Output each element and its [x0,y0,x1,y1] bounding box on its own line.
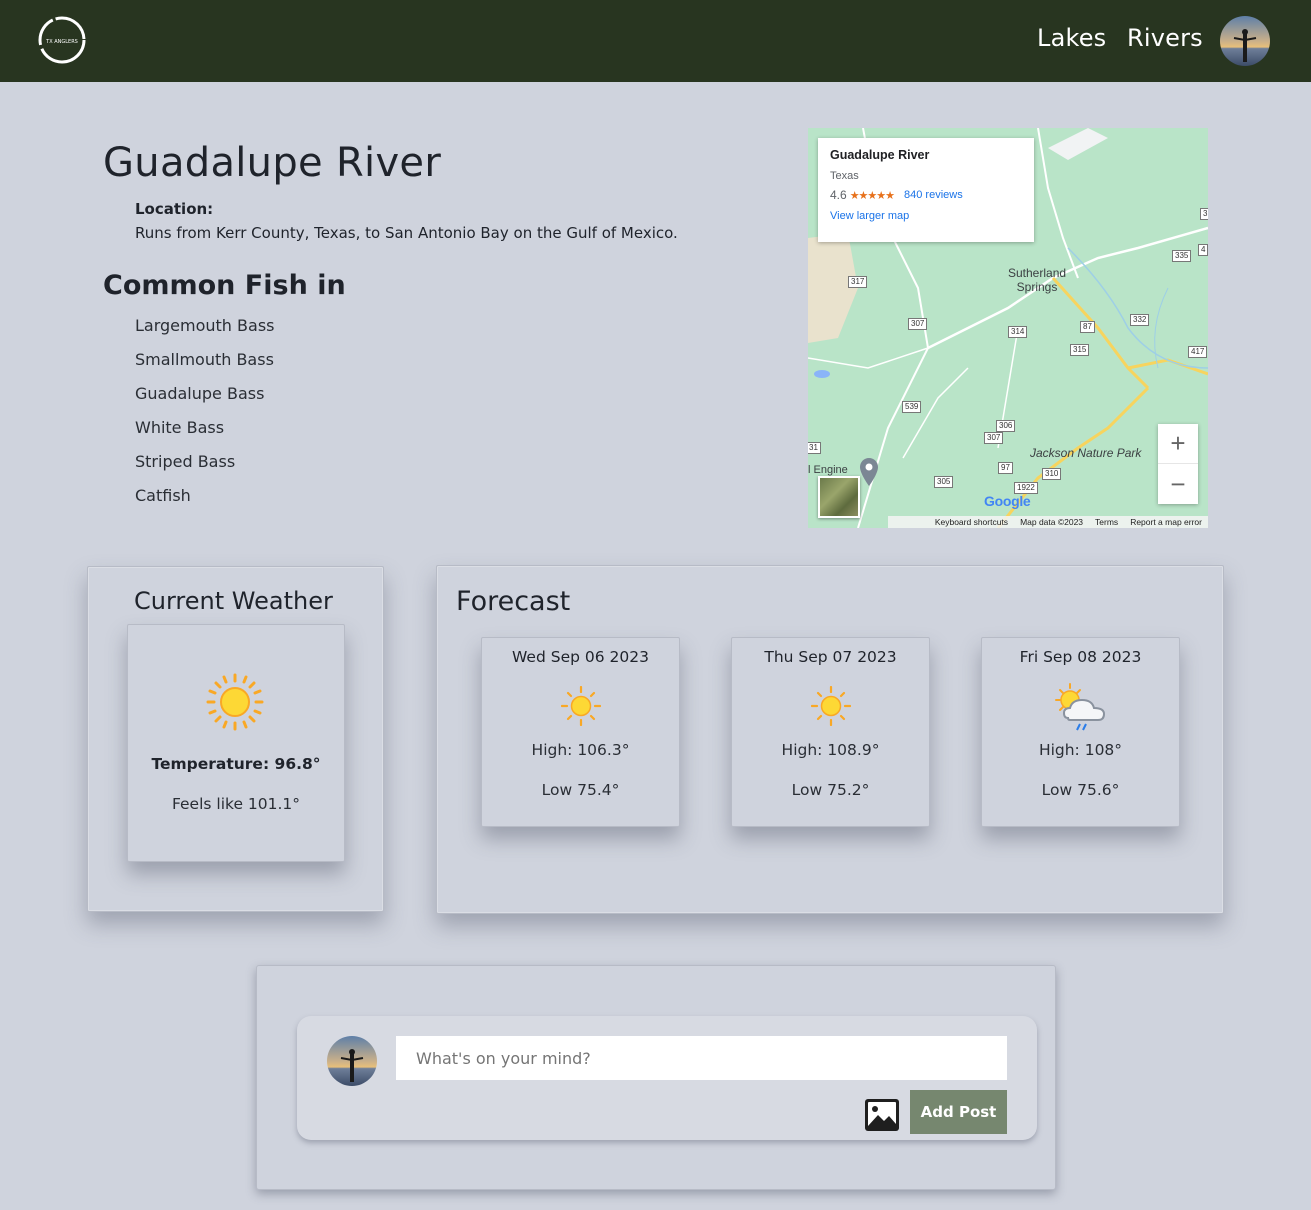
route-shield: 317 [848,276,868,288]
post-panel: Add Post [256,965,1056,1190]
current-weather-title: Current Weather [134,587,333,615]
route-shield: 310 [1042,468,1062,480]
image-upload-icon[interactable] [864,1098,900,1132]
map-pin-icon[interactable] [860,458,878,486]
forecast-high: High: 108.9° [781,741,880,759]
forecast-low: Low 75.6° [1041,781,1120,799]
sun-cloud-rain-icon [1055,683,1106,731]
nav-link-lakes[interactable]: Lakes [1037,24,1106,52]
add-post-button[interactable]: Add Post [910,1090,1007,1134]
forecast-high: High: 106.3° [531,741,630,759]
route-shield: 3 [1200,208,1208,220]
view-larger-map-link[interactable]: View larger map [830,210,1022,222]
route-shield: 307 [984,432,1004,444]
avatar[interactable] [1220,16,1270,66]
reviews-link[interactable]: 840 reviews [904,189,963,201]
navbar: TX ANGLERS Lakes Rivers [0,0,1311,82]
forecast-card: Wed Sep 06 2023 High: 106.3° Low 75.4° [481,637,680,827]
keyboard-shortcuts-link[interactable]: Keyboard shortcuts [935,517,1008,527]
route-shield: 307 [908,318,928,330]
report-error-link[interactable]: Report a map error [1130,517,1202,527]
current-weather-panel: Current Weather Temperature: 96.8° Feels… [87,566,384,912]
map-place-region: Texas [830,170,859,182]
feels-like: Feels like 101.1° [171,795,301,813]
route-shield: 314 [1008,326,1028,338]
route-shield: 335 [1172,250,1192,262]
forecast-card: Thu Sep 07 2023 High: 108.9° Low 75.2° [731,637,930,827]
map-park-label: Jackson Nature Park [1030,446,1142,460]
route-shield: 417 [1188,346,1208,358]
fish-item: Catfish [135,486,191,505]
fish-item: Smallmouth Bass [135,350,274,369]
route-shield: 332 [1130,314,1150,326]
route-shield: 539 [902,401,922,413]
sun-icon [206,673,264,731]
google-logo: Google [984,493,1031,509]
page-title: Guadalupe River [103,140,442,186]
fish-heading: Common Fish in [103,270,346,301]
terms-link[interactable]: Terms [1095,517,1118,527]
route-shield: 31 [808,442,821,454]
nav-link-rivers[interactable]: Rivers [1127,24,1203,52]
svg-text:TX ANGLERS: TX ANGLERS [45,39,78,45]
sun-icon [561,686,601,726]
zoom-out-button[interactable]: − [1158,464,1198,504]
forecast-low: Low 75.2° [791,781,870,799]
map-place-name: Guadalupe River [830,148,930,162]
avatar [327,1036,377,1086]
map-rating: 4.6 ★★★★★ 840 reviews [830,188,1022,202]
forecast-card: Fri Sep 08 2023 High: 108° Low 75.6° [981,637,1180,827]
zoom-in-button[interactable]: + [1158,424,1198,464]
post-composer: Add Post [297,1016,1037,1140]
route-shield: 87 [1080,321,1095,333]
route-shield: 315 [1070,344,1090,356]
route-shield: 4 [1198,244,1208,256]
zoom-controls: + − [1158,424,1198,504]
current-weather-card: Temperature: 96.8° Feels like 101.1° [127,624,345,862]
map-town-label: Sutherland Springs [1008,266,1067,294]
satellite-toggle-button[interactable] [818,476,860,518]
route-shield: 305 [934,476,954,488]
route-shield: 97 [998,462,1013,474]
fish-item: Striped Bass [135,452,236,471]
forecast-high: High: 108° [1038,741,1123,759]
logo-icon[interactable]: TX ANGLERS [36,14,88,66]
forecast-date: Thu Sep 07 2023 [764,648,897,666]
map-place-label: l Engine [808,464,848,476]
forecast-low: Low 75.4° [541,781,620,799]
map-place-card: Guadalupe River Texas 4.6 ★★★★★ 840 revi… [818,138,1034,242]
rating-value: 4.6 [830,188,847,202]
route-shield: 306 [996,420,1016,432]
forecast-title: Forecast [456,586,571,617]
location-text: Runs from Kerr County, Texas, to San Ant… [135,224,678,242]
fish-item: White Bass [135,418,225,437]
fish-list: Largemouth Bass Smallmouth Bass Guadalup… [135,316,274,520]
map-data-text: Map data ©2023 [1020,517,1084,527]
current-temperature: Temperature: 96.8° [151,755,321,773]
fish-item: Guadalupe Bass [135,384,265,403]
location-label: Location: [135,200,214,218]
forecast-date: Fri Sep 08 2023 [1019,648,1142,666]
post-input[interactable] [396,1036,1007,1080]
map-footer: Keyboard shortcuts Map data ©2023 Terms … [888,516,1208,528]
forecast-date: Wed Sep 06 2023 [512,648,649,666]
forecast-panel: Forecast Wed Sep 06 2023 High: 106.3° Lo… [436,565,1224,914]
sun-icon [811,686,851,726]
fish-item: Largemouth Bass [135,316,275,335]
star-rating-icon: ★★★★★ [849,189,895,202]
embedded-map[interactable]: 317 307 314 87 315 332 335 417 539 306 3… [808,128,1208,528]
